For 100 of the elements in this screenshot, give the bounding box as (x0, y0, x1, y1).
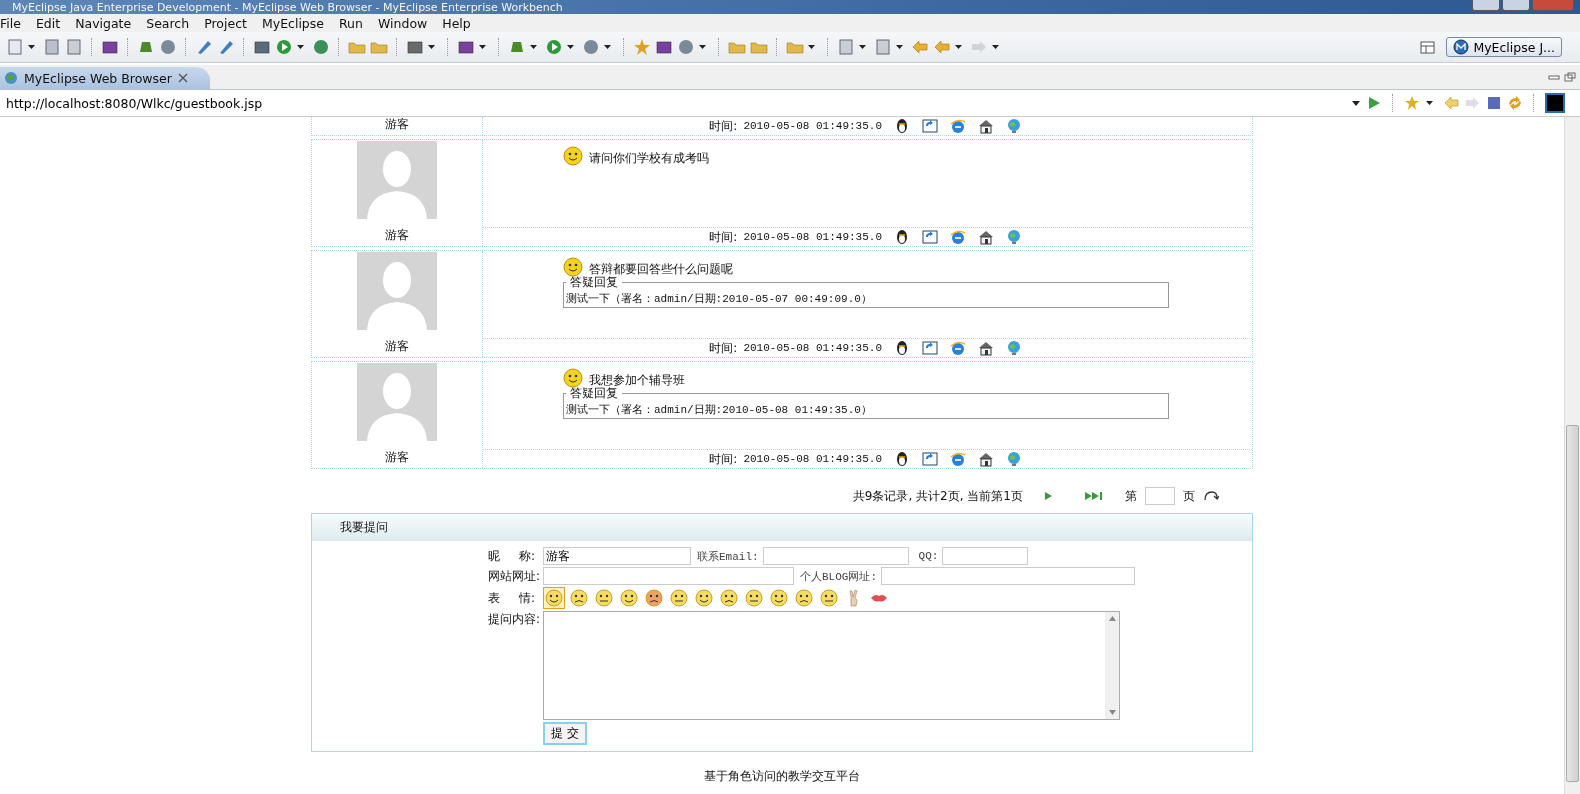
caret-icon[interactable] (955, 45, 962, 49)
maximize-button[interactable] (1502, 0, 1530, 11)
website-field[interactable] (543, 567, 794, 585)
emoticon-option[interactable] (793, 587, 815, 609)
home-icon[interactable] (978, 451, 994, 467)
smiley-icon (563, 367, 583, 388)
reply-text: 测试一下（署名：admin/日期:2010-05-07 00:49:09.0） (566, 293, 872, 305)
editor-tab[interactable]: MyEclipse Web Browser (0, 67, 210, 89)
penguin-icon[interactable] (894, 340, 910, 356)
caret-icon[interactable] (479, 45, 486, 49)
menu-item[interactable]: MyEclipse (261, 15, 332, 31)
website-label: 网站网址: (488, 567, 542, 585)
color-swatch[interactable] (1545, 93, 1565, 113)
page-number-field[interactable] (1145, 487, 1175, 505)
menu-item[interactable]: Search (146, 15, 198, 31)
caret-icon[interactable] (1426, 101, 1433, 105)
up-arrow-icon[interactable] (1108, 616, 1116, 621)
emoticon-option[interactable] (568, 587, 590, 609)
scrollbar[interactable] (1105, 612, 1119, 719)
footer-text: 基于角色访问的教学交互平台 (704, 768, 860, 785)
emoticon-label: 表 情: (488, 589, 537, 607)
emoticon-option[interactable] (768, 587, 790, 609)
letter-circle-icon (1453, 39, 1470, 55)
go-arrow-icon[interactable] (1203, 490, 1219, 502)
emoticon-option[interactable] (643, 587, 665, 609)
caret-icon[interactable] (859, 45, 866, 49)
next-page-icon[interactable] (1043, 491, 1053, 501)
caret-icon[interactable] (28, 45, 35, 49)
play-icon[interactable] (545, 38, 563, 56)
caret-icon[interactable] (896, 45, 903, 49)
vertical-scrollbar[interactable] (1564, 117, 1580, 794)
refresh-icon[interactable] (922, 229, 938, 245)
penguin-icon[interactable] (894, 118, 910, 134)
caret-icon[interactable] (604, 45, 611, 49)
left-icon[interactable] (911, 38, 929, 56)
message-text: 答辩都要回答些什么问题呢 (589, 261, 733, 276)
nickname-field[interactable]: 游客 (543, 547, 691, 565)
penguin-icon[interactable] (894, 451, 910, 467)
emoticon-option[interactable] (718, 587, 740, 609)
home-icon[interactable] (978, 118, 994, 134)
e-logo-icon[interactable] (950, 451, 966, 467)
refresh-icon[interactable] (1507, 95, 1523, 111)
caret-icon[interactable] (992, 45, 999, 49)
message-text: 我想参加个辅导班 (589, 372, 685, 387)
minimize-button[interactable] (1472, 0, 1500, 11)
caret-icon[interactable] (428, 45, 435, 49)
refresh-icon[interactable] (922, 451, 938, 467)
smiley-icon (563, 256, 583, 277)
menu-item[interactable]: Edit (35, 15, 69, 31)
menu-item[interactable]: File (0, 15, 29, 31)
menu-item[interactable]: Navigate (75, 15, 140, 31)
emoticon-option[interactable] (693, 587, 715, 609)
time-label: 时间: (709, 450, 738, 468)
email-field[interactable] (762, 547, 909, 565)
submit-button[interactable]: 提 交 (543, 722, 587, 745)
menu-item[interactable]: Project (204, 15, 255, 31)
scrollbar-thumb[interactable] (1566, 425, 1579, 782)
reply-legend: 答疑回复 (566, 385, 622, 402)
e-logo-icon[interactable] (950, 229, 966, 245)
star-icon[interactable] (1404, 95, 1420, 111)
down-arrow-icon[interactable] (1108, 710, 1116, 715)
minimize-icon[interactable] (1548, 72, 1560, 82)
author-name: 游客 (385, 227, 409, 244)
restore-icon[interactable] (1564, 72, 1576, 82)
emoticon-option[interactable] (543, 587, 565, 609)
caret-icon[interactable] (567, 45, 574, 49)
blog-field[interactable] (881, 567, 1135, 585)
stop-icon[interactable] (1487, 96, 1501, 110)
qq-field[interactable] (942, 547, 1029, 565)
caret-icon[interactable] (808, 45, 815, 49)
menu-item[interactable]: Run (339, 15, 371, 31)
menu-item[interactable]: Window (377, 15, 436, 31)
smiley-icon (563, 145, 583, 166)
caret-icon[interactable] (699, 45, 706, 49)
play-icon[interactable] (275, 38, 293, 56)
caret-icon[interactable] (530, 45, 537, 49)
time-label: 时间: (709, 117, 738, 135)
go-icon[interactable] (1366, 95, 1382, 111)
window-icon[interactable] (1420, 39, 1437, 55)
nickname-label: 昵 称: (488, 547, 537, 565)
content-label: 提问内容: (488, 611, 542, 628)
back-arrow-icon[interactable] (1443, 95, 1459, 111)
penguin-icon[interactable] (894, 229, 910, 245)
record-summary: 共9条记录, 共计2页, 当前第1页 (852, 487, 1023, 505)
dropdown-caret-icon[interactable] (1352, 100, 1360, 106)
star-icon[interactable] (633, 38, 651, 56)
refresh-icon[interactable] (922, 118, 938, 134)
perspective-button[interactable]: MyEclipse J... (1446, 37, 1562, 57)
caret-icon[interactable] (297, 45, 304, 49)
home-icon[interactable] (978, 340, 994, 356)
e-logo-icon[interactable] (950, 118, 966, 134)
last-page-icon[interactable] (1085, 491, 1105, 501)
refresh-icon[interactable] (922, 340, 938, 356)
home-icon[interactable] (978, 229, 994, 245)
page-prefix: 第 (1125, 487, 1137, 505)
address-field[interactable]: http://localhost:8080/Wlkc/guestbook.jsp (4, 95, 1352, 111)
close-icon[interactable] (177, 73, 188, 83)
menu-item[interactable]: Help (442, 15, 479, 31)
emoticon-option[interactable] (618, 587, 640, 609)
e-logo-icon[interactable] (950, 340, 966, 356)
